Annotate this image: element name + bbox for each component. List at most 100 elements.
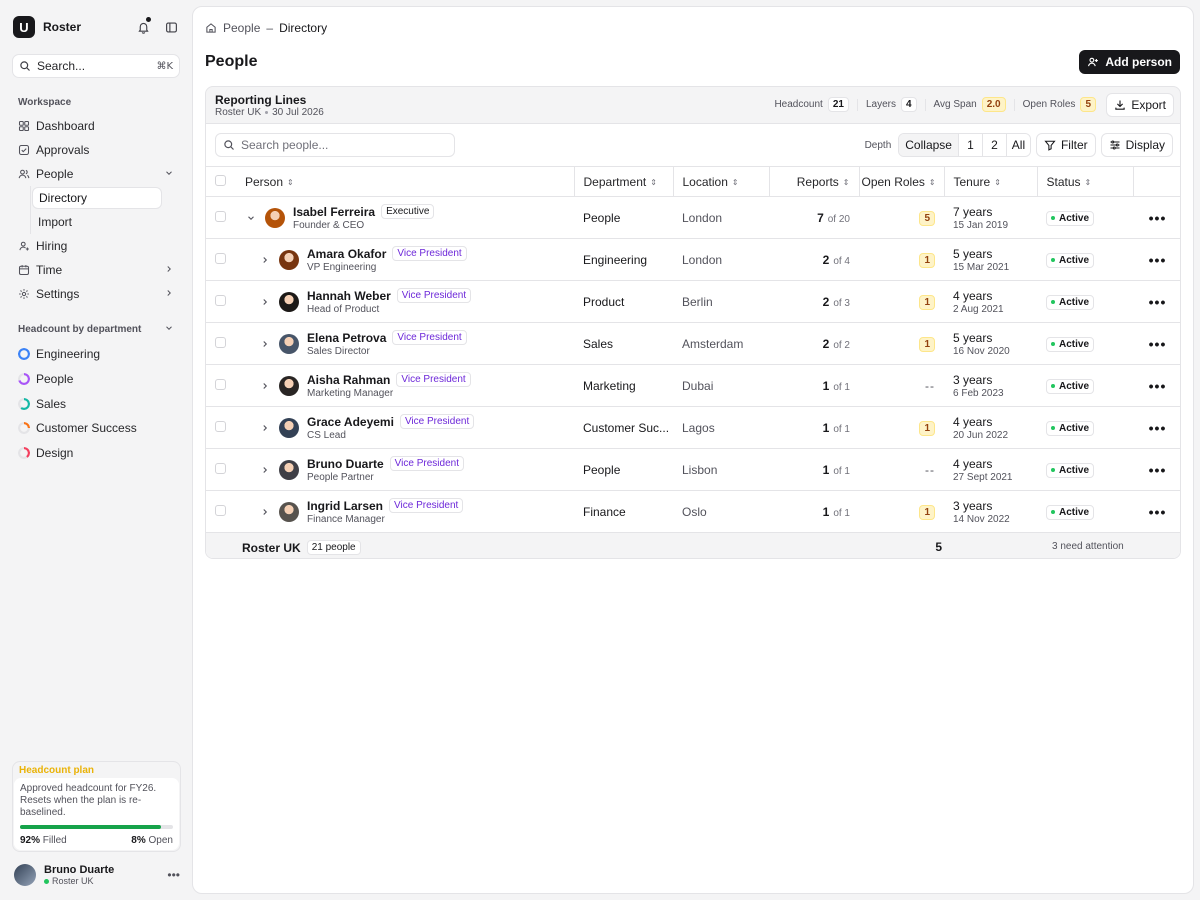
toggle-sidebar-button[interactable] bbox=[163, 19, 179, 35]
workspace-label: Workspace bbox=[18, 97, 72, 108]
tenure-cell: 5 years 15 Mar 2021 bbox=[944, 238, 1037, 281]
sidebar: U Roster Search... ⌘K Workspace Dashboar… bbox=[0, 0, 192, 900]
chevron-down-icon bbox=[164, 322, 174, 336]
person-name[interactable]: Bruno Duarte bbox=[307, 457, 384, 471]
row-actions-icon[interactable]: ••• bbox=[1133, 280, 1180, 323]
notifications-button[interactable] bbox=[135, 17, 151, 35]
dept-item-people[interactable]: People bbox=[18, 369, 73, 389]
dept-item-engineering[interactable]: Engineering bbox=[18, 344, 100, 364]
home-icon[interactable] bbox=[205, 22, 217, 34]
row-checkbox[interactable] bbox=[215, 252, 226, 264]
reports-total: of 1 bbox=[833, 465, 850, 477]
headcount-by-department-toggle[interactable]: Headcount by department bbox=[18, 319, 174, 339]
table-row[interactable]: Isabel Ferreira Executive Founder & CEO Peo… bbox=[206, 196, 1180, 239]
table-row[interactable]: Bruno Duarte Vice President People Partner… bbox=[206, 448, 1180, 491]
export-button[interactable]: Export bbox=[1106, 93, 1174, 117]
tenure-cell: 3 years 6 Feb 2023 bbox=[944, 364, 1037, 407]
column-person[interactable]: Person ⇕ bbox=[236, 166, 574, 197]
people-search-input[interactable]: Search people... bbox=[215, 133, 455, 157]
person-cell: Isabel Ferreira Executive Founder & CEO bbox=[236, 196, 574, 239]
depth-all[interactable]: All bbox=[1005, 134, 1030, 156]
depth-1[interactable]: 1 bbox=[957, 134, 982, 156]
nav-approvals[interactable]: Approvals bbox=[18, 139, 174, 161]
chevron-right-icon[interactable] bbox=[259, 507, 271, 517]
add-person-button[interactable]: Add person bbox=[1079, 50, 1180, 74]
person-name[interactable]: Amara Okafor bbox=[307, 247, 386, 261]
chevron-right-icon[interactable] bbox=[259, 381, 271, 391]
start-date: 6 Feb 2023 bbox=[953, 387, 1004, 399]
nav-directory[interactable]: Directory bbox=[32, 187, 162, 209]
nav-import[interactable]: Import bbox=[32, 211, 162, 233]
chevron-right-icon[interactable] bbox=[259, 465, 271, 475]
dept-item-design[interactable]: Design bbox=[18, 443, 73, 463]
table-row[interactable]: Grace Adeyemi Vice President CS Lead Custom… bbox=[206, 406, 1180, 449]
column-label: Location bbox=[682, 174, 728, 189]
table-row[interactable]: Elena Petrova Vice President Sales Directo… bbox=[206, 322, 1180, 365]
more-horizontal-icon[interactable]: ••• bbox=[167, 868, 180, 882]
user-menu[interactable]: Bruno Duarte Roster UK ••• bbox=[14, 864, 180, 886]
depth-collapse[interactable]: Collapse bbox=[899, 134, 958, 156]
row-actions-icon[interactable]: ••• bbox=[1133, 406, 1180, 449]
status-cell: Active bbox=[1037, 448, 1133, 491]
table-row[interactable]: Amara Okafor Vice President VP Engineering… bbox=[206, 238, 1180, 281]
row-checkbox[interactable] bbox=[215, 504, 226, 516]
chevron-right-icon[interactable] bbox=[259, 423, 271, 433]
column-status[interactable]: Status ⇕ bbox=[1036, 166, 1133, 197]
person-name[interactable]: Ingrid Larsen bbox=[307, 499, 383, 513]
table-row[interactable]: Ingrid Larsen Vice President Finance Manag… bbox=[206, 490, 1180, 533]
person-name[interactable]: Grace Adeyemi bbox=[307, 415, 394, 429]
chevron-right-icon[interactable] bbox=[259, 297, 271, 307]
row-checkbox[interactable] bbox=[215, 210, 226, 222]
select-all-checkbox[interactable] bbox=[215, 174, 226, 186]
row-checkbox[interactable] bbox=[215, 336, 226, 348]
table-toolbar: Depth Collapse 1 2 All Filter Display bbox=[865, 133, 1173, 157]
open-roles-badge: 1 bbox=[919, 336, 935, 352]
person-name[interactable]: Isabel Ferreira bbox=[293, 205, 375, 219]
department-cell: Customer Suc... bbox=[574, 406, 673, 449]
column-location[interactable]: Location ⇕ bbox=[672, 166, 769, 197]
column-tenure[interactable]: Tenure ⇕ bbox=[943, 166, 1037, 197]
person-name[interactable]: Aisha Rahman bbox=[307, 373, 390, 387]
person-name[interactable]: Hannah Weber bbox=[307, 289, 391, 303]
column-actions bbox=[1132, 166, 1180, 197]
column-open-roles[interactable]: Open Roles ⇕ bbox=[858, 166, 944, 197]
sidebar-search[interactable]: Search... ⌘K bbox=[12, 54, 180, 78]
row-actions-icon[interactable]: ••• bbox=[1133, 448, 1180, 491]
nav-hiring[interactable]: Hiring bbox=[18, 235, 174, 257]
chevron-right-icon[interactable] bbox=[259, 339, 271, 349]
nav-settings[interactable]: Settings bbox=[18, 283, 174, 305]
tenure-years: 5 years bbox=[953, 330, 993, 345]
row-actions-icon[interactable]: ••• bbox=[1133, 196, 1180, 239]
brand[interactable]: U Roster bbox=[13, 16, 81, 38]
row-actions-icon[interactable]: ••• bbox=[1133, 238, 1180, 281]
table-row[interactable]: Aisha Rahman Vice President Marketing Mana… bbox=[206, 364, 1180, 407]
row-checkbox[interactable] bbox=[215, 378, 226, 390]
column-reports[interactable]: Reports ⇕ bbox=[768, 166, 859, 197]
nav-dashboard[interactable]: Dashboard bbox=[18, 115, 174, 137]
open-roles-empty: -- bbox=[925, 378, 935, 393]
breadcrumb-people[interactable]: People bbox=[223, 21, 260, 35]
chevron-right-icon[interactable] bbox=[259, 255, 271, 265]
status-dot bbox=[1051, 342, 1055, 347]
filter-button[interactable]: Filter bbox=[1035, 133, 1096, 157]
row-checkbox[interactable] bbox=[215, 420, 226, 432]
display-button[interactable]: Display bbox=[1100, 133, 1173, 157]
dept-item-customer-success[interactable]: Customer Success bbox=[18, 418, 137, 438]
row-actions-icon[interactable]: ••• bbox=[1133, 364, 1180, 407]
table-row[interactable]: Hannah Weber Vice President Head of Produc… bbox=[206, 280, 1180, 323]
row-checkbox[interactable] bbox=[215, 462, 226, 474]
person-name[interactable]: Elena Petrova bbox=[307, 331, 386, 345]
tenure-cell: 5 years 16 Nov 2020 bbox=[944, 322, 1037, 365]
user-name: Bruno Duarte bbox=[44, 864, 115, 876]
nav-time[interactable]: Time bbox=[18, 259, 174, 281]
dept-item-sales[interactable]: Sales bbox=[18, 394, 66, 414]
depth-2[interactable]: 2 bbox=[981, 134, 1006, 156]
row-checkbox[interactable] bbox=[215, 294, 226, 306]
divider bbox=[1013, 98, 1015, 111]
row-actions-icon[interactable]: ••• bbox=[1133, 322, 1180, 365]
plan-title: Headcount plan bbox=[19, 765, 95, 776]
nav-people[interactable]: People bbox=[18, 163, 174, 185]
row-actions-icon[interactable]: ••• bbox=[1133, 490, 1180, 533]
column-department[interactable]: Department ⇕ bbox=[573, 166, 673, 197]
chevron-down-icon[interactable] bbox=[245, 213, 257, 223]
